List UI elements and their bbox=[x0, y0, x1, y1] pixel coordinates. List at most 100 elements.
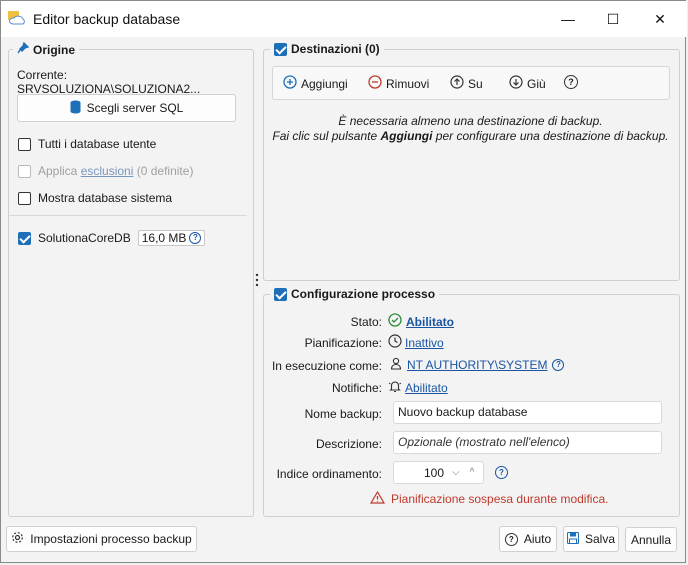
all-user-db-label: Tutti i database utente bbox=[38, 137, 157, 151]
destinations-legend-label: Destinazioni (0) bbox=[291, 42, 380, 56]
show-system-checkbox[interactable] bbox=[18, 191, 31, 205]
database-checkbox[interactable] bbox=[18, 231, 31, 245]
database-name: SolutionaCoreDB bbox=[38, 231, 131, 245]
maximize-button[interactable]: ☐ bbox=[591, 5, 635, 33]
gear-icon bbox=[11, 531, 24, 547]
up-label: Su bbox=[468, 76, 483, 91]
schedule-value[interactable]: Inattivo bbox=[388, 334, 444, 351]
warning-icon bbox=[369, 490, 386, 507]
remove-button[interactable]: Rimuovi bbox=[368, 75, 429, 92]
add-button[interactable]: Aggiungi bbox=[283, 75, 348, 92]
run-as-label: In esecuzione come: bbox=[271, 359, 382, 373]
help-icon[interactable]: ? bbox=[552, 359, 565, 371]
minimize-button[interactable]: — bbox=[546, 5, 590, 33]
origin-legend: Origine bbox=[13, 41, 80, 57]
destinations-legend[interactable]: Destinazioni (0) bbox=[270, 42, 384, 56]
run-as-value[interactable]: NT AUTHORITY\SYSTEM ? bbox=[390, 357, 565, 373]
origin-legend-label: Origine bbox=[33, 42, 76, 57]
remove-label: Rimuovi bbox=[386, 76, 430, 91]
clock-icon bbox=[388, 334, 402, 351]
arrow-down-icon bbox=[509, 75, 523, 92]
divider bbox=[9, 215, 247, 216]
apply-exclusions-checkbox[interactable] bbox=[18, 164, 31, 178]
cancel-label: Annulla bbox=[630, 532, 672, 547]
apply-exclusions-option[interactable]: Applica esclusioni (0 definite) bbox=[18, 164, 193, 178]
app-icon bbox=[7, 9, 27, 27]
process-settings-button[interactable]: Impostazioni processo backup bbox=[6, 526, 197, 552]
description-label: Descrizione: bbox=[315, 437, 382, 451]
add-label: Aggiungi bbox=[301, 76, 348, 91]
process-legend[interactable]: Configurazione processo bbox=[270, 287, 440, 301]
window-title: Editor backup database bbox=[33, 11, 181, 27]
chevron-up-icon[interactable]: ^ bbox=[470, 467, 475, 478]
show-system-option[interactable]: Mostra database sistema bbox=[18, 191, 172, 205]
save-icon bbox=[566, 531, 580, 547]
message-line-1: È necessaria almeno una destinazione di … bbox=[338, 114, 603, 128]
process-checkbox[interactable] bbox=[274, 287, 287, 301]
state-link[interactable]: Abilitato bbox=[406, 315, 454, 329]
up-button[interactable]: Su bbox=[450, 75, 483, 92]
run-as-link[interactable]: NT AUTHORITY\SYSTEM bbox=[407, 358, 547, 372]
process-group: Configurazione processo Stato: Abilitato… bbox=[263, 287, 680, 517]
process-legend-label: Configurazione processo bbox=[291, 287, 436, 301]
order-help-icon[interactable]: ? bbox=[495, 466, 508, 479]
exclusions-link[interactable]: esclusioni bbox=[81, 164, 134, 178]
warning-message: Pianificazione sospesa durante modifica. bbox=[369, 490, 609, 507]
origin-group: Origine Corrente: SRVSOLUZIONA\SOLUZIONA… bbox=[8, 41, 254, 517]
help-icon[interactable]: ? bbox=[189, 232, 202, 244]
chevron-down-icon[interactable]: ⌵ bbox=[452, 467, 460, 478]
down-button[interactable]: Giù bbox=[509, 75, 546, 92]
description-input[interactable]: Opzionale (mostrato nell'elenco) bbox=[393, 431, 662, 454]
check-circle-icon bbox=[388, 313, 402, 330]
state-label: Stato: bbox=[350, 315, 382, 329]
order-index-value: 100 bbox=[423, 465, 444, 480]
database-icon bbox=[70, 100, 81, 117]
notifications-label: Notifiche: bbox=[331, 381, 382, 395]
schedule-label: Pianificazione: bbox=[304, 336, 382, 350]
choose-server-button[interactable]: Scegli server SQL bbox=[17, 94, 236, 122]
help-button[interactable]: ? bbox=[564, 75, 578, 89]
minus-circle-icon bbox=[368, 75, 382, 92]
plus-circle-icon bbox=[283, 75, 297, 92]
splitter-handle[interactable] bbox=[255, 273, 259, 287]
state-value[interactable]: Abilitato bbox=[388, 313, 454, 330]
warning-text: Pianificazione sospesa durante modifica. bbox=[391, 492, 609, 506]
question-icon: ? bbox=[564, 75, 578, 89]
backup-name-input[interactable]: Nuovo backup database bbox=[393, 401, 662, 424]
bell-icon bbox=[388, 379, 402, 396]
order-index-label: Indice ordinamento: bbox=[276, 467, 382, 481]
database-size-badge: 16,0 MB ? bbox=[137, 230, 206, 246]
destinations-toolbar: Aggiungi Rimuovi Su Giù ? bbox=[272, 66, 670, 100]
backup-editor-window: Editor backup database — ☐ ✕ Origine Cor… bbox=[0, 0, 687, 563]
choose-server-label: Scegli server SQL bbox=[86, 101, 184, 115]
backup-name-label: Nome backup: bbox=[304, 407, 382, 421]
cancel-button[interactable]: Annulla bbox=[625, 527, 677, 552]
help-footer-button[interactable]: ? Aiuto bbox=[499, 526, 557, 552]
question-circle-icon: ? bbox=[504, 532, 518, 546]
save-label: Salva bbox=[584, 532, 616, 546]
process-settings-label: Impostazioni processo backup bbox=[30, 532, 192, 546]
schedule-link[interactable]: Inattivo bbox=[405, 336, 444, 350]
order-index-stepper[interactable]: 100 ⌵ ^ bbox=[393, 461, 484, 484]
close-button[interactable]: ✕ bbox=[638, 5, 682, 33]
pin-icon bbox=[17, 41, 30, 57]
destinations-message: È necessaria almeno una destinazione di … bbox=[264, 114, 677, 144]
title-bar: Editor backup database — ☐ ✕ bbox=[1, 1, 687, 37]
down-label: Giù bbox=[527, 76, 546, 91]
user-icon bbox=[390, 357, 402, 373]
message-line-2: Fai clic sul pulsante Aggiungi per confi… bbox=[272, 129, 669, 143]
notifications-value[interactable]: Abilitato bbox=[388, 379, 448, 396]
database-size: 16,0 MB bbox=[141, 231, 187, 245]
current-server: Corrente: SRVSOLUZIONA\SOLUZIONA2... bbox=[17, 68, 201, 96]
all-user-db-option[interactable]: Tutti i database utente bbox=[18, 137, 156, 151]
save-button[interactable]: Salva bbox=[563, 526, 619, 552]
all-user-db-checkbox[interactable] bbox=[18, 137, 31, 151]
database-item[interactable]: SolutionaCoreDB 16,0 MB ? bbox=[18, 230, 206, 246]
help-footer-label: Aiuto bbox=[523, 532, 552, 546]
apply-exclusions-text: Applica esclusioni (0 definite) bbox=[38, 164, 194, 178]
destinations-checkbox[interactable] bbox=[274, 42, 287, 56]
arrow-up-icon bbox=[450, 75, 464, 92]
show-system-label: Mostra database sistema bbox=[38, 191, 173, 205]
notifications-link[interactable]: Abilitato bbox=[405, 381, 448, 395]
destinations-group: Destinazioni (0) Aggiungi Rimuovi Su Giù… bbox=[263, 42, 680, 281]
